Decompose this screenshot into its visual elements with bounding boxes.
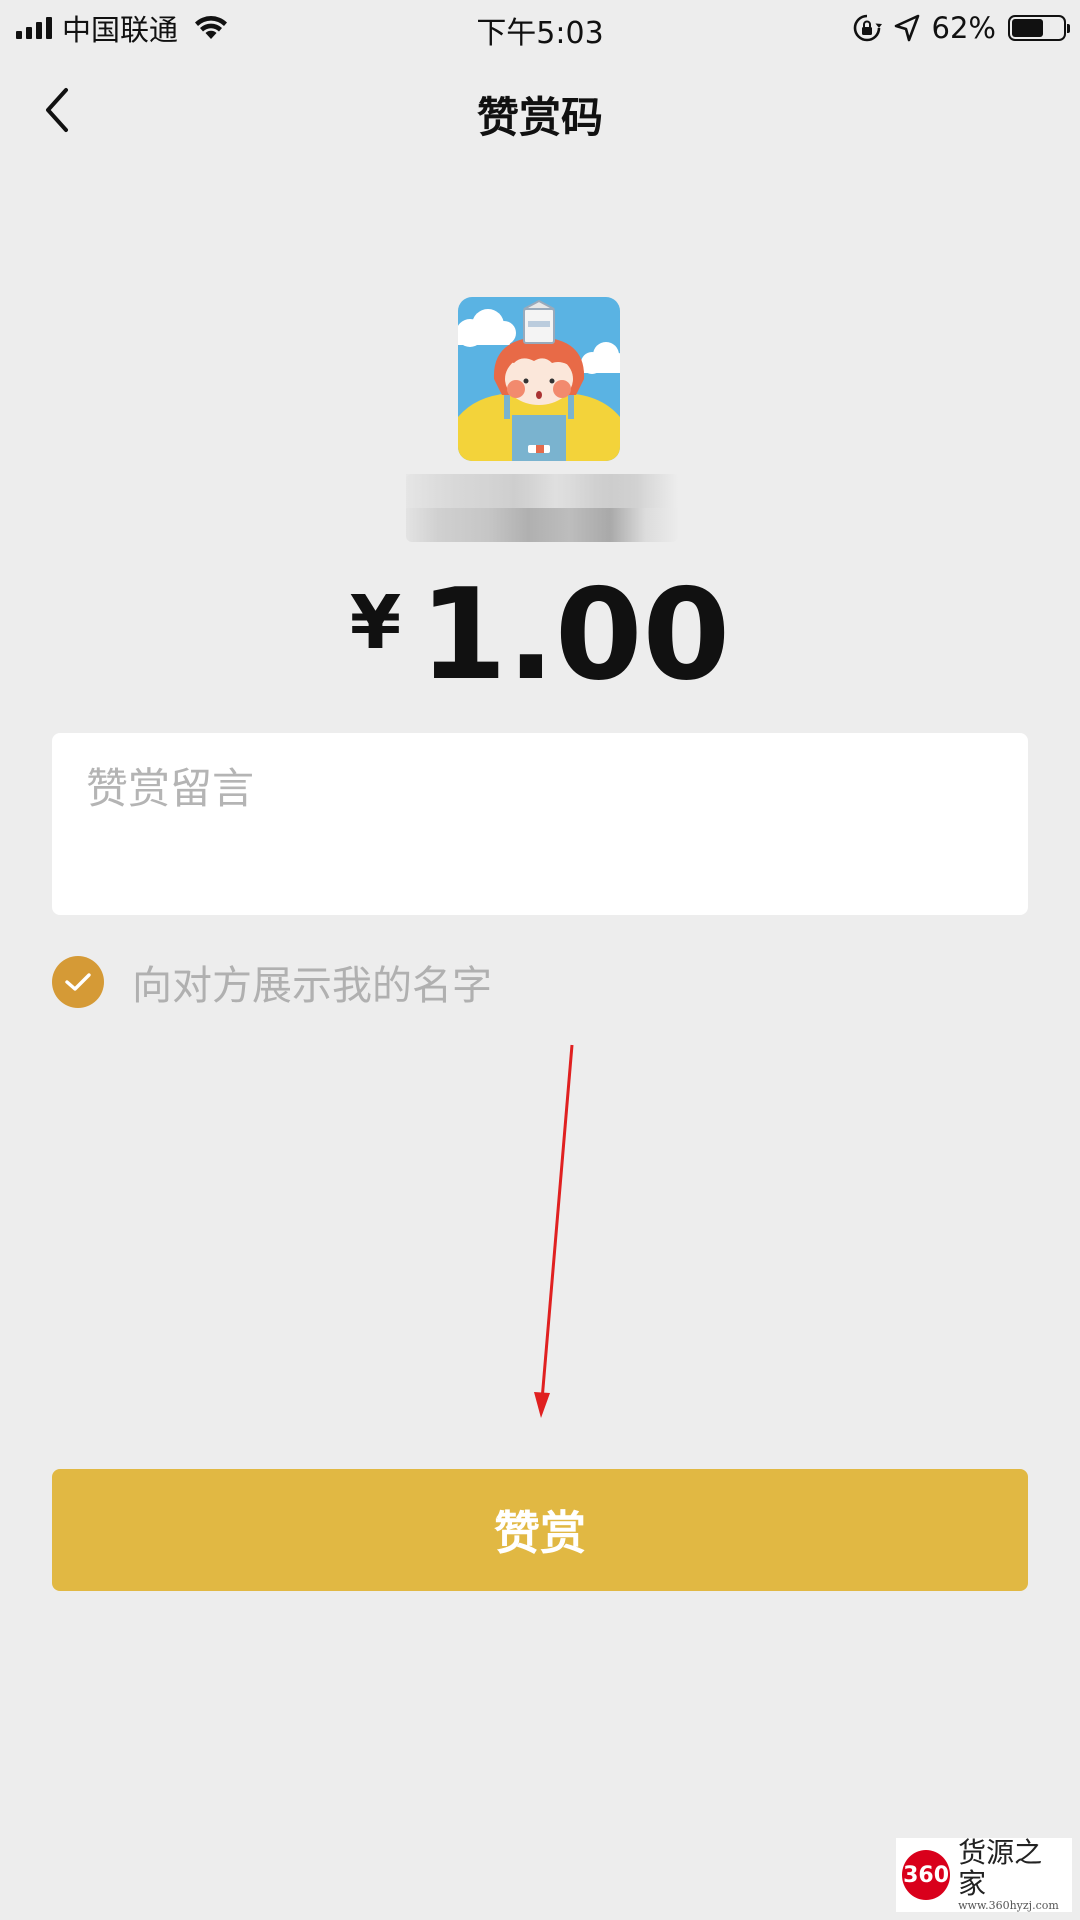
- status-right: 62%: [852, 8, 1070, 48]
- show-name-checkbox[interactable]: 向对方展示我的名字: [52, 955, 492, 1009]
- cartoon-avatar-icon: [458, 297, 620, 461]
- status-bar: 中国联通 下午5:03 62%: [0, 0, 1080, 54]
- watermark-logo: 360: [902, 1850, 951, 1900]
- payee-avatar: [458, 297, 620, 461]
- annotation-arrow-icon: [534, 1044, 574, 1418]
- battery-fill: [1012, 19, 1043, 37]
- amount-value: 1.00: [419, 561, 731, 708]
- reward-button[interactable]: 赞赏: [52, 1469, 1028, 1591]
- site-watermark: 360 货源之家 www.360hyzj.com: [896, 1835, 1072, 1913]
- show-name-label: 向对方展示我的名字: [132, 963, 492, 1009]
- page-title: 赞赏码: [476, 93, 603, 142]
- rotation-lock-icon: [853, 14, 882, 42]
- reward-message-input[interactable]: [52, 733, 1028, 915]
- payee-name-blurred: [406, 474, 678, 542]
- location-arrow-icon: [894, 14, 919, 42]
- watermark-title: 货源之家: [958, 1835, 1043, 1900]
- currency-symbol: ¥: [349, 580, 402, 666]
- battery-icon: [1008, 15, 1070, 41]
- watermark-text-block: 货源之家 www.360hyzj.com: [958, 1835, 1066, 1913]
- watermark-url: www.360hyzj.com: [958, 1899, 1059, 1913]
- checkmark-icon: [65, 973, 91, 991]
- amount-display: ¥ 1.00: [0, 568, 1080, 698]
- battery-percent: 62%: [931, 11, 996, 45]
- checkmark-circle-icon: [52, 956, 104, 1008]
